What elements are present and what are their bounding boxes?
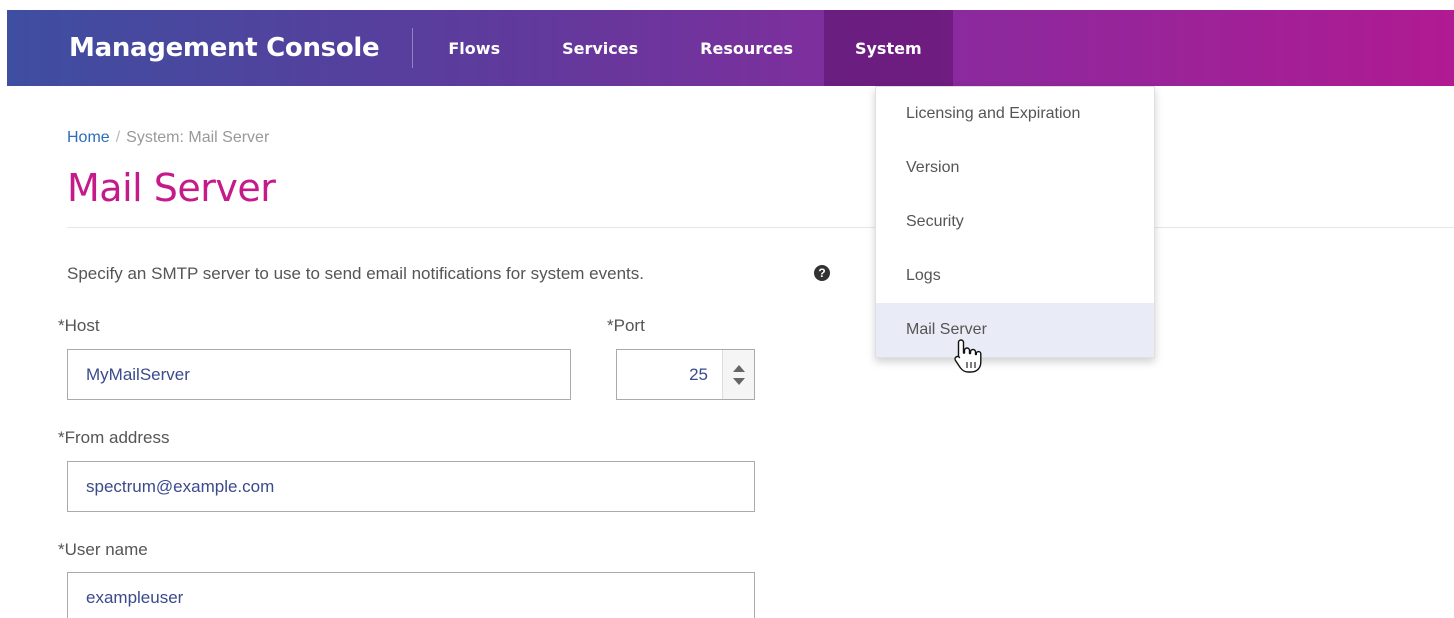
page-description: Specify an SMTP server to use to send em… <box>67 264 644 283</box>
port-stepper-arrows[interactable] <box>722 350 754 399</box>
from-address-input[interactable]: spectrum@example.com <box>67 461 755 512</box>
nav-system[interactable]: System <box>823 10 953 86</box>
port-stepper[interactable]: 25 <box>616 349 755 400</box>
breadcrumb-current: System: Mail Server <box>126 129 270 146</box>
page-title: Mail Server <box>67 166 276 210</box>
menu-item-licensing[interactable]: Licensing and Expiration <box>876 87 1154 141</box>
port-label: *Port <box>607 316 645 335</box>
breadcrumb-separator: / <box>115 129 121 146</box>
menu-item-logs[interactable]: Logs <box>876 249 1154 303</box>
port-value[interactable]: 25 <box>617 365 722 385</box>
question-circle-icon[interactable]: ? <box>814 265 830 281</box>
user-name-label: *User name <box>58 540 148 559</box>
hand-pointer-icon <box>954 339 982 373</box>
nav-flows[interactable]: Flows <box>417 10 531 86</box>
from-address-label: *From address <box>58 428 170 447</box>
top-navigation-bar: Management Console Flows Services Resour… <box>7 10 1454 86</box>
decrement-arrow-icon[interactable] <box>732 377 745 385</box>
host-input[interactable]: MyMailServer <box>67 349 571 400</box>
increment-arrow-icon[interactable] <box>732 364 745 372</box>
breadcrumb-home-link[interactable]: Home <box>67 129 110 146</box>
app-title[interactable]: Management Console <box>69 33 380 63</box>
menu-item-version[interactable]: Version <box>876 141 1154 195</box>
host-label: *Host <box>58 316 100 335</box>
menu-item-security[interactable]: Security <box>876 195 1154 249</box>
system-dropdown-menu: Licensing and Expiration Version Securit… <box>875 86 1155 358</box>
brand-divider <box>412 28 414 68</box>
nav-services[interactable]: Services <box>531 10 669 86</box>
user-name-input[interactable]: exampleuser <box>67 572 755 618</box>
nav-resources[interactable]: Resources <box>669 10 824 86</box>
menu-item-mail-server[interactable]: Mail Server <box>876 303 1154 357</box>
breadcrumb: Home / System: Mail Server <box>67 129 269 147</box>
title-divider <box>67 227 1454 228</box>
